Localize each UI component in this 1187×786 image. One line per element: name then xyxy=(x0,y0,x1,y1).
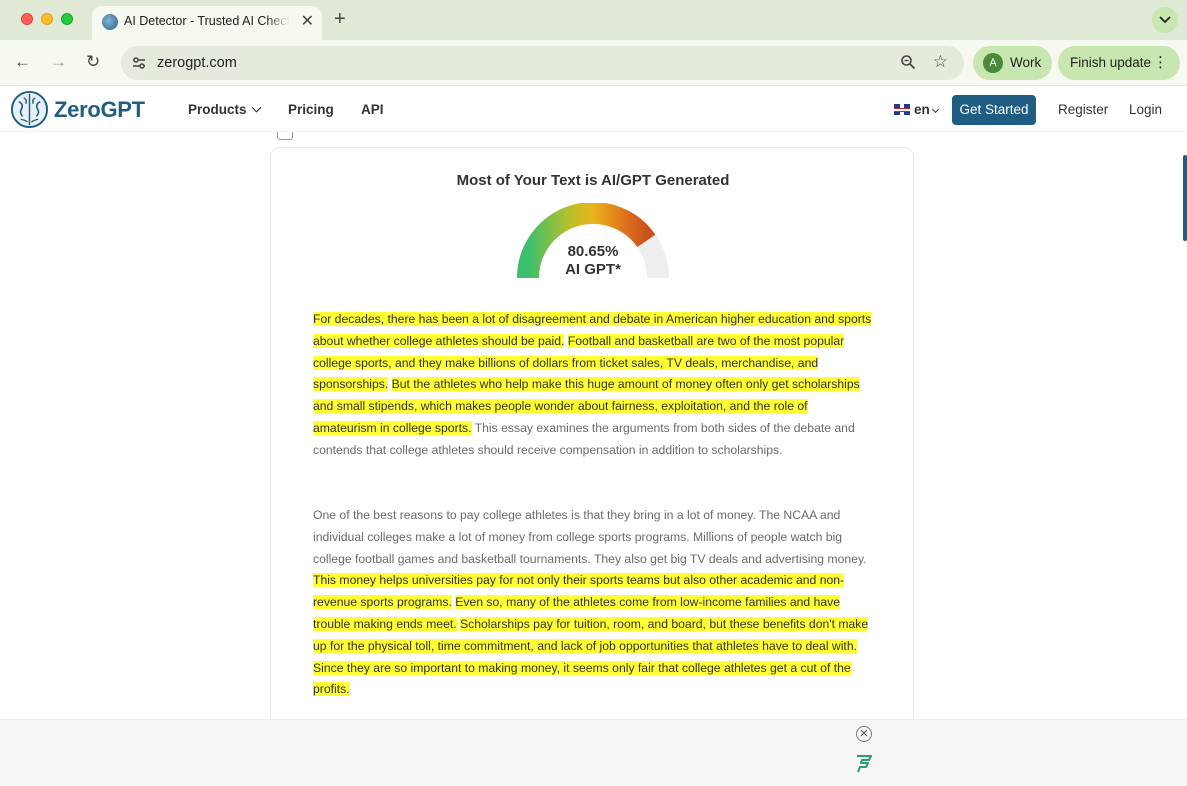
logo-text[interactable]: ZeroGPT xyxy=(54,97,145,123)
profile-button[interactable]: A Work xyxy=(973,46,1052,80)
result-title: Most of Your Text is AI/GPT Generated xyxy=(456,172,730,189)
register-link[interactable]: Register xyxy=(1058,102,1108,117)
uk-flag-icon xyxy=(894,104,910,115)
result-card: Most of Your Text is AI/GPT Generated 80… xyxy=(270,147,914,719)
chevron-down-icon xyxy=(251,102,261,113)
finish-update-label: Finish update xyxy=(1070,55,1152,70)
avatar: A xyxy=(983,53,1003,73)
analyzed-paragraph-1: For decades, there has been a lot of dis… xyxy=(313,309,873,462)
main-content: Most of Your Text is AI/GPT Generated 80… xyxy=(0,132,1187,719)
login-link[interactable]: Login xyxy=(1129,102,1162,117)
human-sentence: One of the best reasons to pay college a… xyxy=(313,508,867,566)
language-label: en xyxy=(914,102,930,117)
nav-products[interactable]: Products xyxy=(188,102,261,117)
nav-products-label: Products xyxy=(188,102,247,117)
ai-sentence: Since they are so important to making mo… xyxy=(313,660,851,697)
tray-icon[interactable] xyxy=(277,132,293,140)
tab-search-button[interactable] xyxy=(1152,7,1178,33)
chevron-down-icon xyxy=(931,105,939,114)
browser-tab[interactable]: AI Detector - Trusted AI Checker ✕ xyxy=(92,6,322,40)
page-scrollbar[interactable] xyxy=(1183,155,1187,241)
ad-banner: ✕ xyxy=(0,719,1187,786)
zerogpt-favicon-icon xyxy=(102,14,118,30)
profile-label: Work xyxy=(1010,55,1042,70)
back-button[interactable]: ← xyxy=(14,52,31,72)
site-info-icon[interactable] xyxy=(131,55,147,71)
zoom-icon[interactable] xyxy=(900,54,916,70)
analyzed-paragraph-2: One of the best reasons to pay college a… xyxy=(313,505,873,701)
star-icon[interactable]: ☆ xyxy=(933,52,948,72)
address-bar[interactable]: zerogpt.com ☆ xyxy=(121,46,964,80)
ai-label: AI GPT* xyxy=(565,261,621,278)
nav-api[interactable]: API xyxy=(361,102,384,117)
window-zoom-button[interactable] xyxy=(61,13,73,25)
tab-close-icon[interactable]: ✕ xyxy=(301,13,314,31)
window-close-button[interactable] xyxy=(21,13,33,25)
ad-close-icon[interactable]: ✕ xyxy=(856,726,872,742)
tab-title: AI Detector - Trusted AI Checker xyxy=(124,14,290,28)
forward-button[interactable]: → xyxy=(50,52,67,72)
kebab-icon[interactable]: ⋮ xyxy=(1153,53,1168,71)
new-tab-button[interactable]: + xyxy=(334,8,346,30)
browser-toolbar: ← → ↻ zerogpt.com ☆ A Work Finish update… xyxy=(0,40,1187,86)
get-started-button[interactable]: Get Started xyxy=(952,95,1036,125)
chevron-down-icon xyxy=(1159,16,1171,24)
reload-button[interactable]: ↻ xyxy=(86,52,100,72)
site-header: ZeroGPT Products Pricing API en Get Star… xyxy=(0,87,1187,132)
nav-pricing[interactable]: Pricing xyxy=(288,102,334,117)
ai-percentage: 80.65% xyxy=(567,243,619,260)
browser-tab-bar: AI Detector - Trusted AI Checker ✕ + xyxy=(0,0,1187,40)
finish-update-button[interactable]: Finish update ⋮ xyxy=(1058,46,1180,80)
window-minimize-button[interactable] xyxy=(41,13,53,25)
url-text[interactable]: zerogpt.com xyxy=(157,55,237,71)
ad-logo-icon[interactable] xyxy=(855,754,873,774)
language-selector[interactable]: en xyxy=(894,102,939,117)
brain-logo-icon[interactable] xyxy=(10,90,49,129)
